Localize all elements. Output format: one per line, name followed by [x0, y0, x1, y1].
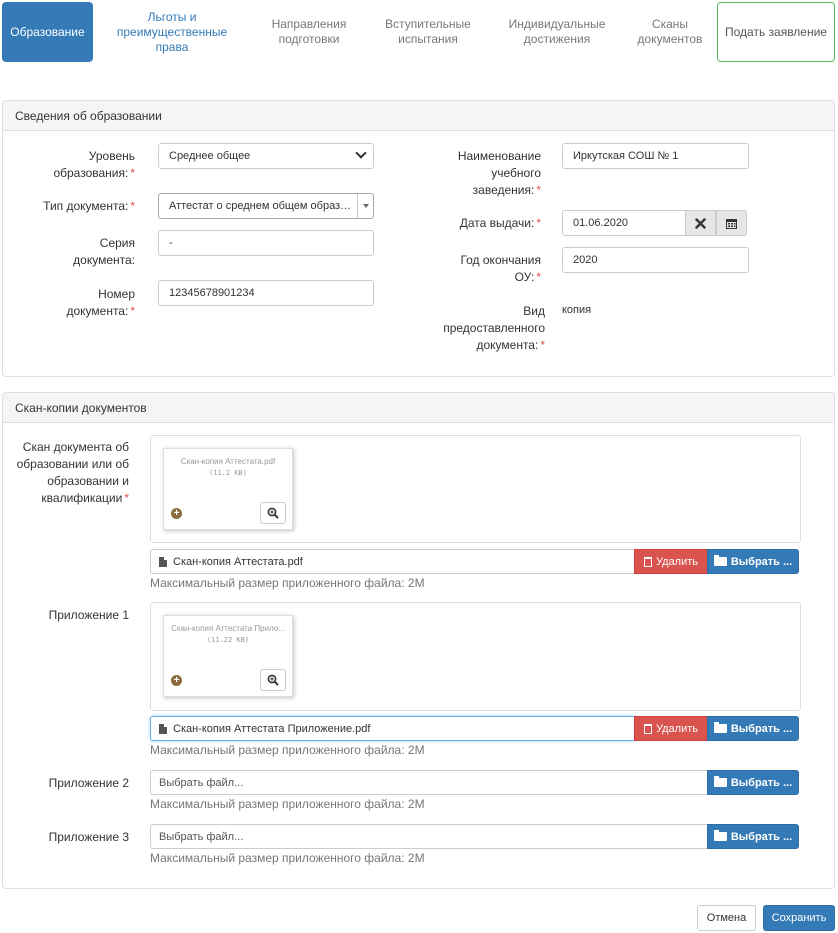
save-button[interactable]: Сохранить	[763, 905, 835, 931]
thumbnail-filesize: (11.2 KB)	[209, 469, 247, 477]
calendar-button[interactable]	[716, 210, 747, 236]
max-size-hint: Максимальный размер приложенного файла: …	[150, 851, 425, 865]
pick-button-label: Выбрать ...	[730, 776, 793, 789]
attachment-3-label: Приложение 3	[48, 830, 129, 844]
institution-input[interactable]: Иркутская СОШ № 1	[562, 143, 749, 169]
doc-kind-label: Вид предоставленного документа: *	[443, 304, 545, 352]
file-input-attachment-1[interactable]: Скан-копия Аттестата Приложение.pdf	[150, 716, 635, 741]
clear-date-button[interactable]	[685, 210, 716, 236]
issue-date-value: 01.06.2020	[573, 217, 629, 229]
pick-file-button[interactable]: Выбрать ...	[707, 716, 799, 741]
zoom-button[interactable]	[260, 502, 286, 524]
delete-file-button[interactable]: Удалить	[634, 549, 708, 574]
number-input[interactable]: 12345678901234	[158, 280, 374, 306]
education-panel-heading: Сведения об образовании	[3, 101, 834, 131]
doc-kind-value: копия	[562, 304, 592, 316]
trash-icon	[644, 556, 652, 567]
series-label: Серия документа:	[73, 236, 135, 267]
cancel-button[interactable]: Отмена	[697, 905, 756, 931]
number-value: 12345678901234	[169, 287, 255, 299]
pick-button-label: Выбрать ...	[730, 555, 793, 568]
delete-button-label: Удалить	[656, 722, 698, 735]
scans-panel-heading: Скан-копии документов	[3, 393, 834, 423]
folder-open-icon	[713, 555, 727, 566]
grad-year-input[interactable]: 2020	[562, 247, 749, 273]
folder-open-icon	[713, 722, 727, 733]
close-icon	[695, 217, 706, 229]
tab-education[interactable]: Образование	[2, 2, 93, 62]
file-icon	[159, 723, 167, 734]
institution-value: Иркутская СОШ № 1	[573, 150, 679, 162]
zoom-button[interactable]	[260, 669, 286, 691]
doc-type-value: Аттестат о среднем общем образов...	[169, 200, 353, 212]
plus-circle-icon: +	[171, 675, 182, 686]
tab-entrance-exams[interactable]: Вступительные испытания	[378, 2, 478, 62]
thumbnail-filename: Скан-копия Аттестата.pdf	[180, 457, 276, 466]
doc-type-label: Тип документа: *	[43, 199, 135, 213]
pick-button-label: Выбрать ...	[730, 722, 793, 735]
chevron-down-icon	[355, 147, 367, 159]
file-placeholder: Выбрать файл...	[159, 830, 244, 843]
max-size-hint: Максимальный размер приложенного файла: …	[150, 743, 425, 757]
step-tabs: Образование Льготы и преимущественные пр…	[0, 0, 838, 64]
number-label: Номер документа: *	[66, 287, 135, 318]
file-input-attachment-3[interactable]: Выбрать файл...	[150, 824, 708, 849]
pick-file-button[interactable]: Выбрать ...	[707, 770, 799, 795]
attachment-2-label: Приложение 2	[48, 776, 129, 790]
tab-directions[interactable]: Направления подготовки	[258, 2, 360, 62]
file-name: Скан-копия Аттестата.pdf	[173, 555, 303, 568]
file-input-scan-education[interactable]: Скан-копия Аттестата.pdf	[150, 549, 635, 574]
scans-panel: Скан-копии документов Скан документа об …	[2, 392, 835, 889]
file-placeholder: Выбрать файл...	[159, 776, 244, 789]
attachment-1-label: Приложение 1	[48, 608, 129, 622]
tab-scans[interactable]: Сканы документов	[630, 2, 710, 62]
issue-date-label: Дата выдачи: *	[459, 216, 541, 230]
tab-achievements[interactable]: Индивидуальные достижения	[500, 2, 614, 62]
grad-year-value: 2020	[573, 254, 598, 266]
tab-benefits[interactable]: Льготы и преимущественные права	[108, 2, 236, 62]
folder-open-icon	[713, 776, 727, 787]
delete-button-label: Удалить	[656, 555, 698, 568]
caret-down-icon[interactable]	[357, 194, 373, 218]
file-input-attachment-2[interactable]: Выбрать файл...	[150, 770, 708, 795]
max-size-hint: Максимальный размер приложенного файла: …	[150, 797, 425, 811]
series-value: -	[169, 237, 173, 249]
file-thumbnail: Скан-копия Аттестата.pdf (11.2 KB) +	[163, 448, 293, 530]
grad-year-label: Год окончания ОУ: *	[460, 253, 541, 284]
file-name: Скан-копия Аттестата Приложение.pdf	[173, 722, 371, 735]
education-level-select[interactable]: Среднее общее	[158, 143, 374, 169]
file-thumbnail: Скан-копия Аттестата Прило... (11.22 KB)…	[163, 615, 293, 697]
delete-file-button[interactable]: Удалить	[634, 716, 708, 741]
doc-type-combobox[interactable]: Аттестат о среднем общем образов...	[158, 193, 374, 219]
series-input[interactable]: -	[158, 230, 374, 256]
thumbnail-filename: Скан-копия Аттестата Прило...	[171, 624, 285, 633]
file-icon	[159, 556, 167, 567]
education-panel: Сведения об образовании Уровень образова…	[2, 100, 835, 377]
thumbnail-filesize: (11.22 KB)	[206, 636, 250, 644]
attachment-1-preview-area: Скан-копия Аттестата Прило... (11.22 KB)…	[150, 602, 801, 711]
education-level-value: Среднее общее	[169, 150, 251, 162]
max-size-hint: Максимальный размер приложенного файла: …	[150, 576, 425, 590]
plus-circle-icon: +	[171, 508, 182, 519]
scan-education-label: Скан документа об образовании или об обр…	[16, 440, 129, 505]
zoom-in-icon	[267, 674, 279, 686]
tab-submit-application[interactable]: Подать заявление	[717, 2, 835, 62]
institution-label: Наименование учебного заведения: *	[457, 149, 541, 197]
level-label: Уровень образования: *	[53, 149, 135, 180]
scan-preview-area: Скан-копия Аттестата.pdf (11.2 KB) +	[150, 435, 801, 543]
pick-button-label: Выбрать ...	[730, 830, 793, 843]
trash-icon	[644, 723, 652, 734]
issue-date-input[interactable]: 01.06.2020	[562, 210, 686, 236]
pick-file-button[interactable]: Выбрать ...	[707, 549, 799, 574]
zoom-in-icon	[267, 507, 279, 519]
pick-file-button[interactable]: Выбрать ...	[707, 824, 799, 849]
folder-open-icon	[713, 830, 727, 841]
calendar-icon	[726, 218, 737, 229]
